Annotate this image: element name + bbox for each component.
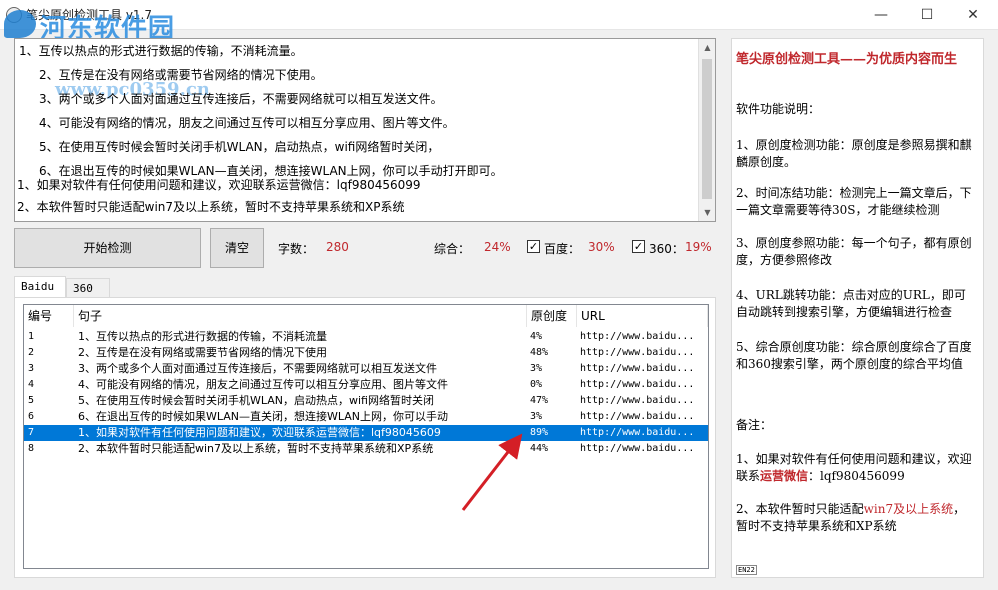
text-line: 2、本软件暂时只能适配win7及以上系统，暂时不支持苹果系统和XP系统 bbox=[17, 200, 405, 214]
column-header-sentence[interactable]: 句子 bbox=[74, 305, 527, 327]
cell-originality: 4% bbox=[530, 331, 543, 342]
note-item: 1、如果对软件有任何使用问题和建议，欢迎联系运营微信：lqf980456099 bbox=[736, 451, 976, 485]
cell-url[interactable]: http://www.baidu... bbox=[580, 425, 708, 441]
note-item: 2、本软件暂时只能适配win7及以上系统，暂时不支持苹果系统和XP系统 bbox=[736, 501, 976, 535]
overall-label: 综合： bbox=[434, 242, 471, 256]
note-text: 2、本软件暂时只能适配 bbox=[736, 502, 864, 516]
note-text: ：lqf980456099 bbox=[808, 469, 905, 483]
start-check-button[interactable]: 开始检测 bbox=[14, 228, 201, 268]
cell-sentence: 5、在使用互传时候会暂时关闭手机WLAN，启动热点，wifi网络暂时关闭 bbox=[78, 394, 434, 407]
table-row[interactable]: 6 6、在退出互传的时候如果WLAN—直关闭，想连接WLAN上网，你可以手动 3% h… bbox=[24, 409, 708, 425]
s360-value: 19% bbox=[685, 240, 712, 254]
app-icon bbox=[6, 7, 22, 23]
close-button[interactable]: ✕ bbox=[950, 0, 996, 30]
tab-360[interactable]: 360 bbox=[66, 278, 110, 298]
cell-sentence: 1、如果对软件有任何使用问题和建议，欢迎联系运营微信：lqf98045609 bbox=[78, 426, 441, 439]
feature-item: 1、原创度检测功能：原创度是参照易撰和麒麟原创度。 bbox=[736, 138, 972, 169]
cell-sentence: 6、在退出互传的时候如果WLAN—直关闭，想连接WLAN上网，你可以手动 bbox=[78, 410, 449, 423]
table-row[interactable]: 2 2、互传是在没有网络或需要节省网络的情况下使用 48% http://www.ba… bbox=[24, 345, 708, 361]
text-scrollbar[interactable]: ▲ ▼ bbox=[698, 39, 715, 221]
cell-originality: 44% bbox=[530, 443, 549, 454]
cell-url[interactable]: http://www.baidu... bbox=[580, 441, 708, 457]
cell-url[interactable]: http://www.baidu... bbox=[580, 393, 708, 409]
cell-number: 8 bbox=[28, 443, 35, 454]
cell-number: 3 bbox=[28, 363, 35, 374]
cell-number: 2 bbox=[28, 347, 35, 358]
feature-item: 3、原创度参照功能：每一个句子，都有原创度，方便参照修改 bbox=[736, 236, 972, 267]
cell-originality: 48% bbox=[530, 347, 549, 358]
cell-url[interactable]: http://www.baidu... bbox=[580, 361, 708, 377]
clear-button[interactable]: 清空 bbox=[210, 228, 264, 268]
notes-heading: 备注： bbox=[736, 418, 773, 432]
column-header-number[interactable]: 编号 bbox=[24, 305, 74, 327]
cell-number: 6 bbox=[28, 411, 35, 422]
cell-originality: 47% bbox=[530, 395, 549, 406]
table-row[interactable]: 1 1、互传以热点的形式进行数据的传输，不消耗流量 4% http://www.bai… bbox=[24, 329, 708, 345]
results-panel: 编号 句子 原创度 URL 1 1、互传以热点的形式进行数据的传输，不消耗流量 4%… bbox=[14, 297, 716, 578]
scroll-down-icon[interactable]: ▼ bbox=[699, 204, 715, 221]
table-row[interactable]: 8 2、本软件暂时只能适配win7及以上系统，暂时不支持苹果系统和XP系统 44% h… bbox=[24, 441, 708, 457]
feature-item: 2、时间冻结功能：检测完上一篇文章后，下一篇文章需要等待30S，才能继续检测 bbox=[736, 186, 972, 217]
cell-originality: 3% bbox=[530, 363, 543, 374]
cell-originality: 0% bbox=[530, 379, 543, 390]
scroll-thumb[interactable] bbox=[702, 59, 712, 199]
text-line: 3、两个或多个人面对面通过互传连接后，不需要网络就可以相互发送文件。 bbox=[39, 92, 443, 106]
cell-url[interactable]: http://www.baidu... bbox=[580, 377, 708, 393]
note-highlight: 运营微信 bbox=[760, 469, 809, 483]
article-text-input[interactable]: www.pc0359.cn 1、互传以热点的形式进行数据的传输，不消耗流量。 2… bbox=[14, 38, 716, 222]
cell-url[interactable]: http://www.baidu... bbox=[580, 409, 708, 425]
char-count-label: 字数： bbox=[278, 242, 315, 256]
baidu-checkbox[interactable]: ✓ bbox=[527, 240, 540, 253]
text-line: 1、互传以热点的形式进行数据的传输，不消耗流量。 bbox=[19, 44, 303, 58]
table-row[interactable]: 7 1、如果对软件有任何使用问题和建议，欢迎联系运营微信：lqf98045609 8… bbox=[24, 425, 708, 441]
text-line: 1、如果对软件有任何使用问题和建议，欢迎联系运营微信：lqf980456099 bbox=[17, 178, 421, 192]
sidebar-title: 笔尖原创检测工具——为优质内容而生 bbox=[736, 52, 958, 67]
ime-indicator-icon: EN22 bbox=[736, 565, 757, 575]
s360-label: 360： bbox=[649, 242, 684, 256]
cell-originality: 89% bbox=[530, 427, 549, 438]
text-line: 2、互传是在没有网络或需要节省网络的情况下使用。 bbox=[39, 68, 323, 82]
cell-url[interactable]: http://www.baidu... bbox=[580, 329, 708, 345]
table-row[interactable]: 5 5、在使用互传时候会暂时关闭手机WLAN，启动热点，wifi网络暂时关闭 47%… bbox=[24, 393, 708, 409]
minimize-button[interactable]: — bbox=[858, 0, 904, 30]
title-bar: 笔尖原创检测工具 v1.7 — ☐ ✕ bbox=[0, 0, 998, 30]
text-line: 5、在使用互传时候会暂时关闭手机WLAN，启动热点，wifi网络暂时关闭， bbox=[39, 140, 440, 154]
scroll-up-icon[interactable]: ▲ bbox=[699, 39, 715, 56]
cell-sentence: 4、可能没有网络的情况，朋友之间通过互传可以相互分享应用、图片等文件 bbox=[78, 378, 448, 391]
column-header-url[interactable]: URL bbox=[577, 305, 708, 327]
cell-number: 1 bbox=[28, 331, 35, 342]
cell-number: 5 bbox=[28, 395, 35, 406]
note-highlight: win7及以上系统 bbox=[863, 502, 954, 516]
overall-value: 24% bbox=[484, 240, 511, 254]
column-header-originality[interactable]: 原创度 bbox=[527, 305, 577, 327]
baidu-label: 百度： bbox=[544, 242, 581, 256]
table-row[interactable]: 4 4、可能没有网络的情况，朋友之间通过互传可以相互分享应用、图片等文件 0% htt… bbox=[24, 377, 708, 393]
baidu-value: 30% bbox=[588, 240, 615, 254]
s360-checkbox[interactable]: ✓ bbox=[632, 240, 645, 253]
cell-sentence: 2、本软件暂时只能适配win7及以上系统，暂时不支持苹果系统和XP系统 bbox=[78, 442, 434, 455]
tab-baidu[interactable]: Baidu bbox=[14, 276, 66, 299]
features-heading: 软件功能说明： bbox=[736, 102, 821, 116]
text-line: 4、可能没有网络的情况，朋友之间通过互传可以相互分享应用、图片等文件。 bbox=[39, 116, 455, 130]
cell-sentence: 2、互传是在没有网络或需要节省网络的情况下使用 bbox=[78, 346, 327, 359]
table-row[interactable]: 3 3、两个或多个人面对面通过互传连接后，不需要网络就可以相互发送文件 3% http… bbox=[24, 361, 708, 377]
cell-sentence: 3、两个或多个人面对面通过互传连接后，不需要网络就可以相互发送文件 bbox=[78, 362, 437, 375]
maximize-button[interactable]: ☐ bbox=[904, 0, 950, 30]
cell-originality: 3% bbox=[530, 411, 543, 422]
cell-number: 7 bbox=[28, 427, 35, 438]
cell-number: 4 bbox=[28, 379, 35, 390]
feature-item: 4、URL跳转功能：点击对应的URL，即可自动跳转到搜索引擎，方便编辑进行检查 bbox=[736, 288, 966, 319]
results-table[interactable]: 编号 句子 原创度 URL 1 1、互传以热点的形式进行数据的传输，不消耗流量 4%… bbox=[23, 304, 709, 569]
window-title: 笔尖原创检测工具 v1.7 bbox=[26, 8, 153, 22]
cell-url[interactable]: http://www.baidu... bbox=[580, 345, 708, 361]
info-sidebar: 笔尖原创检测工具——为优质内容而生 软件功能说明： 1、原创度检测功能：原创度是… bbox=[731, 38, 984, 578]
char-count-value: 280 bbox=[326, 240, 349, 254]
cell-sentence: 1、互传以热点的形式进行数据的传输，不消耗流量 bbox=[78, 330, 327, 343]
feature-item: 5、综合原创度功能：综合原创度综合了百度和360搜索引擎，两个原创度的综合平均值 bbox=[736, 340, 972, 371]
